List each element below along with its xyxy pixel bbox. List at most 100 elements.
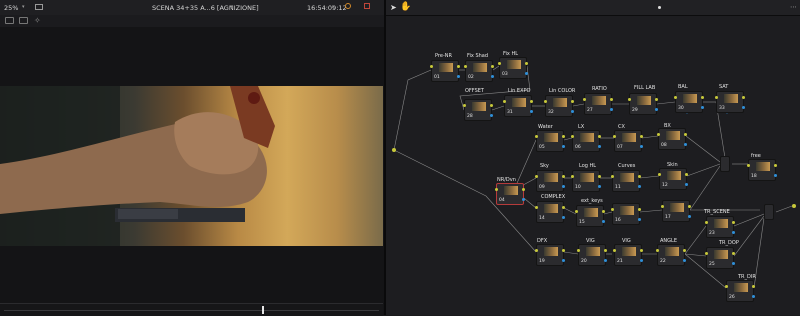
node-offset[interactable]: 28: [463, 99, 493, 121]
node-ext-keys[interactable]: 15: [575, 205, 605, 227]
key-output-pin[interactable]: [490, 114, 493, 117]
node-output-pin[interactable]: [562, 206, 565, 209]
zoom-dropdown-icon[interactable]: ▾: [22, 4, 25, 10]
node-curves[interactable]: 11: [611, 170, 641, 192]
node-input-pin[interactable]: [715, 96, 718, 99]
parallel-mixer[interactable]: [720, 156, 730, 172]
node-output-pin[interactable]: [638, 175, 641, 178]
node-16[interactable]: 16: [611, 203, 641, 225]
key-output-pin[interactable]: [457, 75, 460, 78]
node-sat[interactable]: 33: [715, 91, 745, 113]
node-input-pin[interactable]: [575, 210, 578, 213]
node-fill-lab[interactable]: 29: [628, 93, 658, 115]
gang-icon[interactable]: [345, 3, 351, 9]
node-lin-expo[interactable]: 31: [503, 95, 533, 117]
node-output-pin[interactable]: [752, 285, 755, 288]
key-output-pin[interactable]: [655, 108, 658, 111]
node-input-pin[interactable]: [611, 208, 614, 211]
node-output-pin[interactable]: [685, 173, 688, 176]
key-output-pin[interactable]: [598, 185, 601, 188]
node-input-pin[interactable]: [495, 188, 498, 191]
node-input-pin[interactable]: [705, 252, 708, 255]
node-pre-nr[interactable]: 01: [430, 60, 460, 82]
key-output-pin[interactable]: [571, 110, 574, 113]
node-output-pin[interactable]: [742, 96, 745, 99]
node-bx[interactable]: 08: [657, 128, 687, 150]
node-editor-panel[interactable]: ➤ ✋ ⋯ Pre-NR 01 Fix Shad 02 Fix HL 03 OF…: [386, 0, 800, 315]
key-output-pin[interactable]: [688, 215, 691, 218]
key-output-pin[interactable]: [752, 295, 755, 298]
node-log-hl[interactable]: 10: [571, 170, 601, 192]
key-output-pin[interactable]: [598, 145, 601, 148]
key-output-pin[interactable]: [638, 185, 641, 188]
frame-icon[interactable]: [19, 17, 28, 24]
node-output-pin[interactable]: [598, 135, 601, 138]
viewer-mode-icon[interactable]: [35, 4, 43, 10]
node-input-pin[interactable]: [535, 249, 538, 252]
node-input-pin[interactable]: [430, 65, 433, 68]
node-complex[interactable]: 14: [535, 201, 565, 223]
node-bal[interactable]: 30: [674, 91, 704, 113]
node-free[interactable]: 18: [747, 159, 777, 181]
source-input-pin[interactable]: [392, 148, 396, 152]
node-output-pin[interactable]: [457, 65, 460, 68]
node-output-pin[interactable]: [655, 98, 658, 101]
node-input-pin[interactable]: [725, 285, 728, 288]
node-lin-color[interactable]: 32: [544, 95, 574, 117]
key-output-pin[interactable]: [562, 185, 565, 188]
node-input-pin[interactable]: [577, 249, 580, 252]
node-sky[interactable]: 09: [535, 170, 565, 192]
node-input-pin[interactable]: [611, 175, 614, 178]
layer-mixer[interactable]: [764, 204, 774, 220]
node-output-pin[interactable]: [602, 210, 605, 213]
node-17[interactable]: 17: [661, 200, 691, 222]
key-output-pin[interactable]: [683, 259, 686, 262]
node-tr-dir[interactable]: 26: [725, 280, 755, 302]
node-cx[interactable]: 07: [613, 130, 643, 152]
key-output-pin[interactable]: [602, 220, 605, 223]
key-output-pin[interactable]: [522, 198, 525, 201]
node-output-pin[interactable]: [683, 249, 686, 252]
node-output-pin[interactable]: [598, 175, 601, 178]
key-output-pin[interactable]: [610, 108, 613, 111]
key-output-pin[interactable]: [640, 259, 643, 262]
node-input-pin[interactable]: [661, 205, 664, 208]
node-output-pin[interactable]: [774, 164, 777, 167]
node-skin[interactable]: 12: [658, 168, 688, 190]
node-output-pin[interactable]: [491, 65, 494, 68]
timecode-dropdown-icon[interactable]: ▾: [332, 4, 335, 10]
node-nr-dvn[interactable]: 04: [495, 183, 525, 205]
node-input-pin[interactable]: [544, 100, 547, 103]
node-ratio[interactable]: 27: [583, 93, 613, 115]
node-vig-20[interactable]: 20: [577, 244, 607, 266]
split-screen-icon[interactable]: [5, 17, 14, 24]
node-output-pin[interactable]: [562, 249, 565, 252]
node-water[interactable]: 05: [535, 130, 565, 152]
key-output-pin[interactable]: [732, 262, 735, 265]
node-output-pin[interactable]: [604, 249, 607, 252]
node-input-pin[interactable]: [503, 100, 506, 103]
key-output-pin[interactable]: [732, 231, 735, 234]
node-tr-dop[interactable]: 25: [705, 247, 735, 269]
output-pin[interactable]: [792, 204, 796, 208]
node-input-pin[interactable]: [705, 221, 708, 224]
key-output-pin[interactable]: [774, 174, 777, 177]
node-input-pin[interactable]: [498, 62, 501, 65]
node-output-pin[interactable]: [525, 62, 528, 65]
key-output-pin[interactable]: [525, 72, 528, 75]
node-output-pin[interactable]: [732, 252, 735, 255]
key-output-pin[interactable]: [562, 259, 565, 262]
node-output-pin[interactable]: [490, 104, 493, 107]
node-fix-hl[interactable]: 03: [498, 57, 528, 79]
node-input-pin[interactable]: [571, 135, 574, 138]
highlight-icon[interactable]: [364, 3, 370, 9]
node-input-pin[interactable]: [463, 104, 466, 107]
key-output-pin[interactable]: [701, 106, 704, 109]
node-input-pin[interactable]: [674, 96, 677, 99]
key-output-pin[interactable]: [530, 110, 533, 113]
node-output-pin[interactable]: [684, 133, 687, 136]
node-output-pin[interactable]: [562, 175, 565, 178]
node-output-pin[interactable]: [571, 100, 574, 103]
key-output-pin[interactable]: [604, 259, 607, 262]
node-output-pin[interactable]: [688, 205, 691, 208]
